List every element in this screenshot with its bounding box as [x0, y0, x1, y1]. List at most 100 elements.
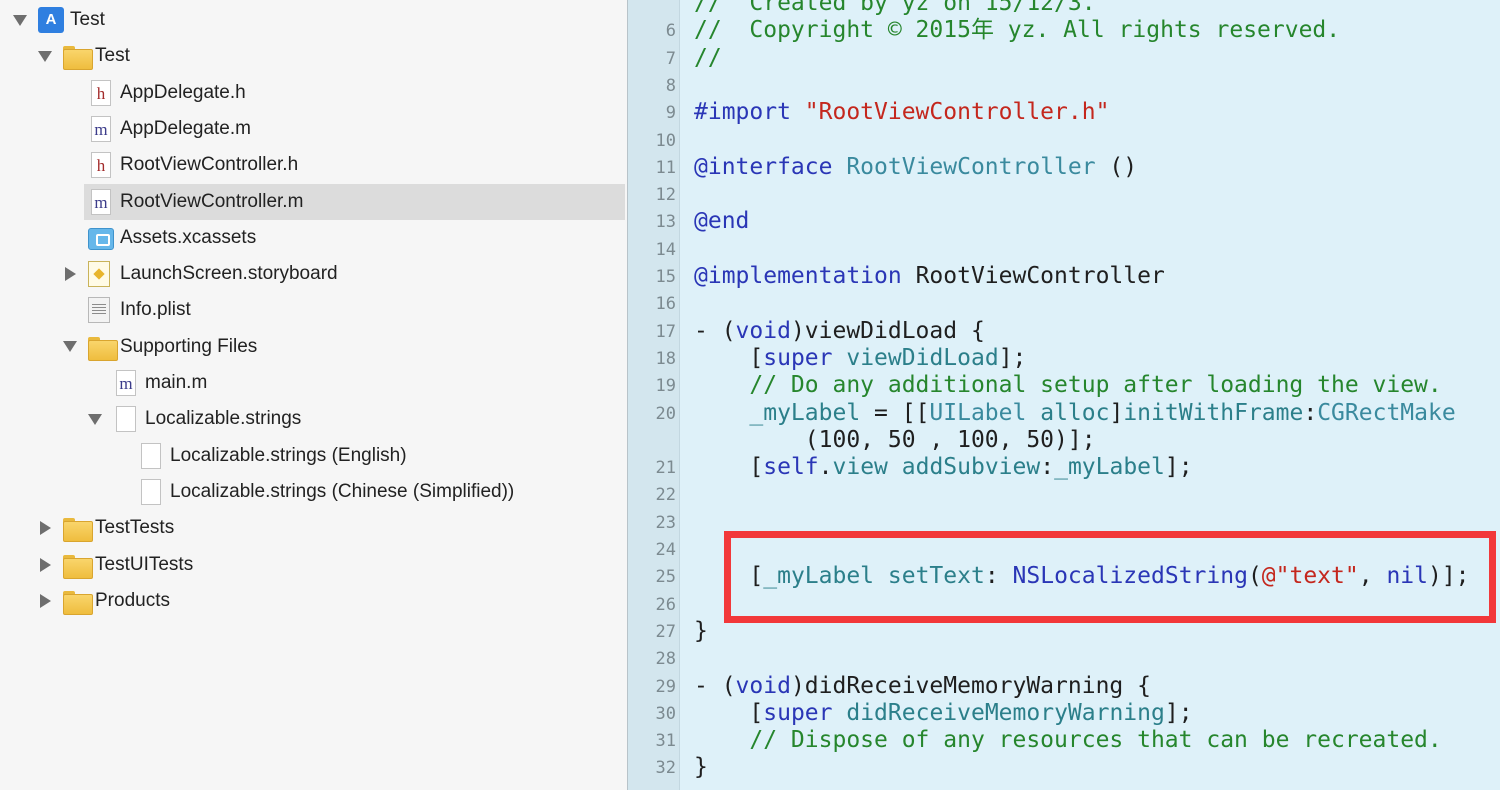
line-number: 26 [655, 594, 676, 615]
navigator-item[interactable]: m RootViewController.m [84, 183, 625, 220]
code-line[interactable]: @implementation RootViewController [694, 262, 1165, 290]
line-number: 10 [655, 130, 676, 151]
code-token: _myLabel [749, 399, 861, 426]
highlight-annotation-box [724, 531, 1496, 623]
code-line[interactable]: @end [694, 207, 749, 235]
navigator-item[interactable]: TestUITests [0, 547, 627, 583]
code-token: = [[ [860, 399, 930, 426]
navigator-item[interactable]: h RootViewController.h [0, 147, 627, 183]
code-line[interactable]: // Created by yz on 15/12/3. [694, 0, 1096, 17]
disclosure-triangle-open-icon[interactable] [37, 48, 53, 64]
code-token: @implementation [694, 263, 916, 289]
navigator-item-label: Test [95, 45, 130, 67]
code-token: addSubview [901, 454, 1041, 481]
navigator-item-label: AppDelegate.m [120, 117, 251, 139]
disclosure-triangle-open-icon[interactable] [12, 12, 28, 28]
navigator-item-label: LaunchScreen.storyboard [120, 263, 338, 285]
navigator-item-label: RootViewController.m [120, 190, 304, 212]
code-line[interactable]: } [694, 617, 708, 645]
navigator-item[interactable]: TestTests [0, 510, 627, 546]
line-number: 9 [665, 103, 676, 124]
disclosure-triangle-closed-icon[interactable] [37, 557, 53, 573]
code-token: ]; [1164, 699, 1193, 726]
line-number: 30 [655, 703, 676, 724]
line-number: 24 [655, 540, 676, 560]
navigator-item[interactable]: Assets.xcassets [0, 220, 627, 256]
code-token: // Created by yz on 15/12/3. [694, 0, 1096, 16]
disclosure-triangle-closed-icon[interactable] [37, 593, 53, 609]
code-token: alloc [1040, 399, 1110, 426]
source-editor[interactable]: 6 7 8 9 10 11 12 13 14 15 16 17 18 19 20 21 22 23 24 25 26 27… [628, 0, 1500, 790]
folder-icon [63, 518, 93, 543]
project-navigator: A Test Test h AppDelegate.h m AppDelegate.m h Ro… [0, 0, 627, 790]
code-line[interactable]: [self.view addSubview:_myLabel]; [694, 453, 1193, 481]
code-token: - ( [694, 672, 736, 699]
navigator-item[interactable]: Localizable.strings [0, 401, 627, 437]
code-token: "RootViewController.h" [804, 99, 1110, 126]
code-token: ]; [998, 344, 1027, 371]
navigator-item-label: Localizable.strings (English) [170, 444, 407, 466]
navigator-item[interactable]: Localizable.strings (English) [0, 438, 627, 474]
code-token: ]; [1164, 454, 1193, 481]
line-number: 12 [655, 185, 676, 206]
code-token: )viewDidLoad { [790, 317, 985, 344]
navigator-item[interactable]: Localizable.strings (Chinese (Simplified… [0, 474, 627, 510]
line-number: 28 [655, 649, 676, 670]
disclosure-triangle-closed-icon[interactable] [37, 520, 53, 536]
navigator-item[interactable]: Info.plist [0, 292, 627, 328]
code-token: RootViewController [846, 153, 1096, 180]
line-number: 19 [655, 376, 676, 397]
code-line[interactable]: [super viewDidLoad]; [694, 344, 1026, 372]
code-token: didReceiveMemoryWarning [846, 699, 1165, 726]
navigator-item[interactable]: Products [0, 583, 627, 619]
code-token: } [694, 617, 708, 644]
navigator-item[interactable]: Test [0, 38, 627, 74]
line-number: 16 [655, 294, 676, 315]
line-number: 13 [655, 212, 676, 233]
code-token: // Dispose of any resources that can be … [694, 727, 1442, 754]
disclosure-triangle-open-icon[interactable] [62, 339, 78, 355]
code-line[interactable]: // Dispose of any resources that can be … [694, 726, 1442, 754]
navigator-item-label: TestTests [95, 517, 175, 539]
blank-file-icon [141, 478, 161, 505]
navigator-item-label: RootViewController.h [120, 154, 299, 176]
folder-icon [63, 554, 93, 579]
navigator-item[interactable]: A Test [0, 2, 627, 38]
code-line[interactable]: #import "RootViewController.h" [694, 98, 1109, 126]
line-number: 23 [655, 512, 676, 533]
code-token: #import [694, 99, 805, 126]
disclosure-triangle-closed-icon[interactable] [62, 266, 78, 282]
code-token: viewDidLoad [846, 344, 999, 371]
line-number: 14 [655, 239, 676, 260]
code-line[interactable]: (100, 50 , 100, 50)]; [694, 426, 1096, 454]
code-token: [ [694, 454, 764, 481]
code-token: . [818, 454, 833, 481]
code-line[interactable]: - (void)didReceiveMemoryWarning { [694, 672, 1151, 700]
navigator-item[interactable]: m AppDelegate.m [0, 111, 627, 147]
code-token: : [1303, 399, 1318, 426]
code-token: // Copyright © 2015年 yz. All rights rese… [694, 17, 1341, 44]
line-number: 31 [655, 731, 676, 752]
code-line[interactable]: [super didReceiveMemoryWarning]; [694, 699, 1193, 727]
line-number: 32 [655, 758, 676, 779]
code-line[interactable]: - (void)viewDidLoad { [694, 317, 985, 345]
navigator-item[interactable]: h AppDelegate.h [0, 75, 627, 111]
code-line[interactable]: @interface RootViewController () [694, 153, 1137, 181]
navigator-item-label: Products [95, 589, 170, 611]
navigator-item[interactable]: m main.m [0, 365, 627, 401]
navigator-item[interactable]: Supporting Files [0, 329, 627, 365]
navigator-item[interactable]: LaunchScreen.storyboard [0, 256, 627, 292]
line-number: 29 [655, 676, 676, 697]
code-line[interactable]: _myLabel = [[UILabel alloc]initWithFrame… [694, 399, 1455, 427]
disclosure-triangle-open-icon[interactable] [87, 411, 103, 427]
code-line[interactable]: // [694, 44, 722, 72]
code-token: : [1040, 454, 1055, 481]
code-line[interactable]: // Do any additional setup after loading… [694, 371, 1441, 399]
h-file-icon: h [91, 152, 111, 179]
navigator-item-label: Info.plist [120, 299, 191, 321]
code-line[interactable]: } [694, 753, 708, 781]
code-line[interactable]: // Copyright © 2015年 yz. All rights rese… [694, 16, 1340, 44]
code-token: super [763, 699, 833, 726]
assets-icon [88, 227, 114, 250]
code-token: self [763, 454, 819, 481]
